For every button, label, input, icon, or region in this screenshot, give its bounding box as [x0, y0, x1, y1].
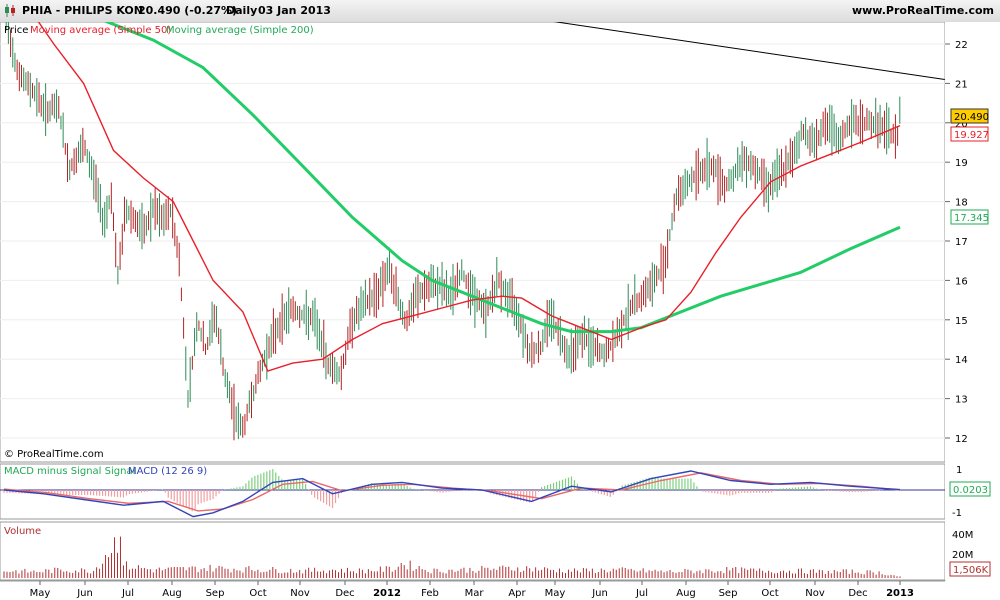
last-price-value: 20.490 [954, 112, 989, 123]
x-tick-label: Dec [335, 588, 354, 599]
x-tick-label: Aug [676, 588, 696, 599]
chart-date: 03 Jan 2013 [258, 4, 331, 17]
y-tick-label: 22 [955, 40, 968, 51]
y-tick-label: 13 [955, 395, 968, 406]
chart-title-bar: PHIA - PHILIPS KON 20.490 (-0.27%) Daily… [0, 0, 1000, 23]
period-label: Daily [226, 4, 258, 17]
x-tick-label: 2013 [886, 588, 914, 599]
candlestick-icon [5, 4, 15, 17]
site-url[interactable]: www.ProRealTime.com [852, 4, 994, 17]
y-tick-label: 12 [955, 434, 968, 445]
legend-volume: Volume [4, 526, 41, 537]
volume-tick-2: 20M [952, 550, 973, 561]
y-tick-label: 18 [955, 198, 968, 209]
legend-ma200: Moving average (Simple 200) [166, 25, 314, 36]
copyright: © ProRealTime.com [4, 449, 104, 460]
x-tick-label: 2012 [373, 588, 401, 599]
y-tick-label: 17 [955, 237, 968, 248]
volume-tick-1: 40M [952, 530, 973, 541]
volume-value: 1,506K [953, 565, 989, 576]
x-tick-label: Jun [76, 588, 93, 599]
instrument-name: PHIA - PHILIPS KON [22, 4, 143, 17]
x-tick-label: Sep [206, 588, 225, 599]
macd-value: 0.0203 [953, 485, 988, 496]
x-tick-label: Sep [719, 588, 738, 599]
x-tick-label: Aug [162, 588, 182, 599]
y-tick-label: 14 [955, 355, 968, 366]
y-tick-label: 19 [955, 158, 968, 169]
chart-canvas[interactable]: 121314151617181920212224 Price Moving av… [0, 22, 1000, 600]
x-tick-label: Jul [121, 588, 134, 599]
macd-tick-2: -1 [952, 508, 962, 519]
x-tick-label: Apr [508, 588, 526, 599]
x-tick-label: Mar [465, 588, 485, 599]
x-axis-labels: May Jun Jul Aug Sep Oct Nov Dec 2012 Feb Mar Apr May… [30, 581, 914, 599]
x-tick-label: Nov [290, 588, 310, 599]
x-tick-label: May [30, 588, 51, 599]
x-tick-label: Jun [591, 588, 608, 599]
last-quote: 20.490 (-0.27%) [138, 4, 238, 17]
x-tick-label: Feb [421, 588, 439, 599]
legend-macd: MACD (12 26 9) [128, 466, 207, 477]
y-tick-label: 16 [955, 276, 968, 287]
legend-macd-hist: MACD minus Signal Signal [4, 466, 135, 477]
x-tick-label: May [545, 588, 566, 599]
x-tick-label: Nov [805, 588, 825, 599]
x-tick-label: Jul [635, 588, 648, 599]
macd-tick-1: 1 [956, 465, 962, 476]
y-tick-label: 15 [955, 316, 968, 327]
x-tick-label: Dec [848, 588, 867, 599]
ma50-value: 19.927 [954, 130, 989, 141]
legend-ma50: Moving average (Simple 50) [30, 25, 171, 36]
x-tick-label: Oct [249, 588, 266, 599]
ma200-value: 17.345 [954, 213, 989, 224]
y-tick-label: 21 [955, 79, 968, 90]
legend-price: Price [4, 25, 28, 36]
x-tick-label: Oct [761, 588, 778, 599]
